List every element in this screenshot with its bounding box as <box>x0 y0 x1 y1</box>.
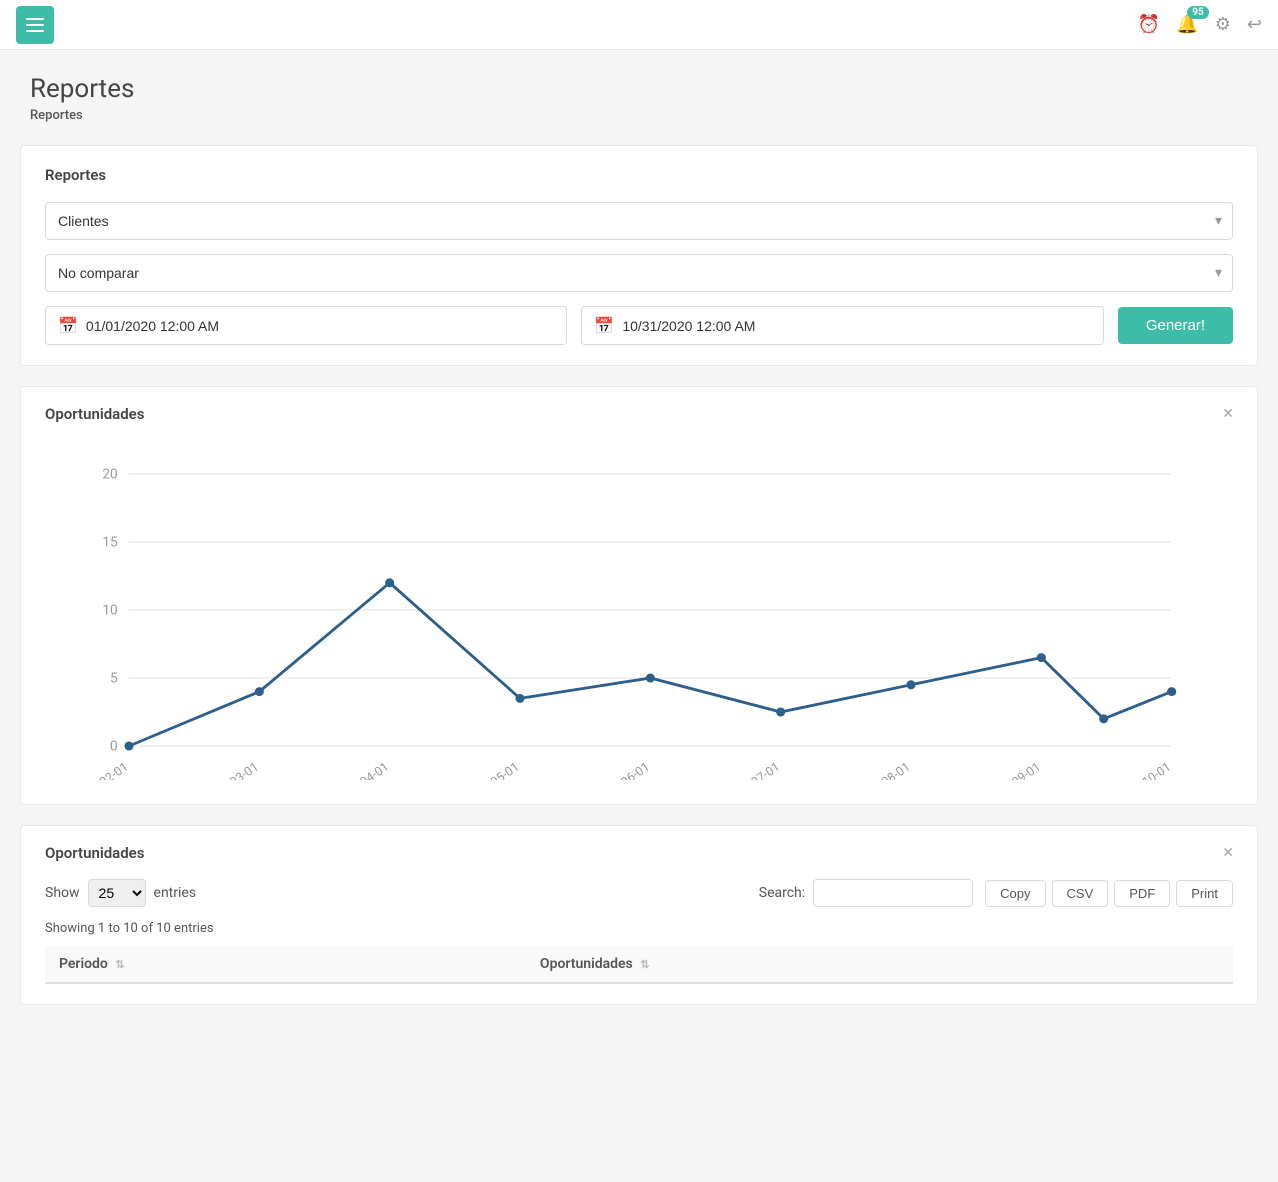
x-label-3: 2020-05-01 <box>462 760 522 780</box>
clock-icon[interactable]: ⏰ <box>1138 14 1160 35</box>
menu-icon-line3 <box>26 30 44 32</box>
x-label-8: 2020-10-01 <box>1114 760 1174 780</box>
form-card-title: Reportes <box>45 166 1233 184</box>
data-point-0 <box>124 741 133 750</box>
x-label-5: 2020-07-01 <box>723 760 783 780</box>
table-close-icon[interactable]: × <box>1223 842 1233 863</box>
data-point-8 <box>1099 714 1108 723</box>
notification-badge: 95 <box>1187 6 1208 19</box>
bell-icon[interactable]: 🔔 95 <box>1176 14 1198 35</box>
calendar-end-icon: 📅 <box>594 316 614 335</box>
show-label: Show <box>45 885 80 901</box>
y-label-0: 0 <box>110 739 118 755</box>
y-label-15: 15 <box>102 535 118 551</box>
navbar: ⏰ 🔔 95 ⚙ ↩ <box>0 0 1278 50</box>
entries-count-select[interactable]: 25 10 50 100 <box>88 879 146 907</box>
navbar-left <box>16 6 54 44</box>
sort-icon-oportunidades: ⇅ <box>640 958 649 971</box>
page-title: Reportes <box>30 74 1248 104</box>
sort-icon-periodo: ⇅ <box>115 958 124 971</box>
table-title: Oportunidades <box>45 844 144 862</box>
menu-icon-line2 <box>26 24 44 26</box>
table-controls: Show 25 10 50 100 entries Search: Copy C… <box>45 879 1233 907</box>
x-label-1: 2020-03-01 <box>202 760 262 780</box>
print-button[interactable]: Print <box>1176 880 1233 907</box>
date-start-wrapper: 📅 <box>45 306 567 345</box>
data-point-6 <box>906 680 915 689</box>
settings-icon[interactable]: ⚙ <box>1215 14 1231 35</box>
chart-header: Oportunidades × <box>45 403 1233 424</box>
csv-button[interactable]: CSV <box>1052 880 1109 907</box>
x-label-0: 2020-02-01 <box>71 760 131 780</box>
x-label-2: 2020-04-01 <box>332 760 392 780</box>
pdf-button[interactable]: PDF <box>1114 880 1170 907</box>
chart-title: Oportunidades <box>45 405 144 423</box>
y-label-10: 10 <box>102 603 117 619</box>
date-row: 📅 📅 Generar! <box>45 306 1233 345</box>
y-label-20: 20 <box>102 467 117 483</box>
calendar-start-icon: 📅 <box>58 316 78 335</box>
data-point-5 <box>776 707 785 716</box>
table-section: Oportunidades × Show 25 10 50 100 entrie… <box>20 825 1258 1005</box>
y-label-5: 5 <box>110 671 118 687</box>
data-point-9 <box>1167 687 1176 696</box>
x-label-7: 2020-09-01 <box>984 760 1044 780</box>
date-start-input[interactable] <box>86 318 554 334</box>
menu-button[interactable] <box>16 6 54 44</box>
data-point-7 <box>1037 653 1046 662</box>
search-label: Search: <box>759 885 805 901</box>
chart-section: Oportunidades × 0 5 10 15 20 <box>20 386 1258 805</box>
logout-icon[interactable]: ↩ <box>1247 14 1262 35</box>
table-header-row: Periodo ⇅ Oportunidades ⇅ <box>45 946 1233 983</box>
data-point-3 <box>515 694 524 703</box>
compare-group: No comparar ▾ <box>45 254 1233 292</box>
showing-text: Showing 1 to 10 of 10 entries <box>45 921 1233 936</box>
search-input[interactable] <box>813 879 973 907</box>
breadcrumb: Reportes <box>30 108 1248 123</box>
entries-label: entries <box>154 885 197 901</box>
export-buttons: Copy CSV PDF Print <box>985 880 1233 907</box>
x-label-6: 2020-08-01 <box>853 760 913 780</box>
data-table: Periodo ⇅ Oportunidades ⇅ <box>45 946 1233 984</box>
search-and-export: Search: Copy CSV PDF Print <box>759 879 1233 907</box>
table-header: Oportunidades × <box>45 842 1233 863</box>
chart-line <box>129 583 1172 746</box>
report-type-select[interactable]: Clientes <box>46 203 1232 239</box>
form-card: Reportes Clientes ▾ No comparar ▾ 📅 📅 Ge… <box>20 145 1258 366</box>
compare-select-wrapper: No comparar ▾ <box>45 254 1233 292</box>
col-oportunidades[interactable]: Oportunidades ⇅ <box>526 946 1233 983</box>
page-header: Reportes Reportes <box>0 50 1278 135</box>
show-entries: Show 25 10 50 100 entries <box>45 879 196 907</box>
date-end-wrapper: 📅 <box>581 306 1103 345</box>
chart-container: 0 5 10 15 20 <box>45 440 1233 784</box>
report-type-select-wrapper: Clientes ▾ <box>45 202 1233 240</box>
table-head: Periodo ⇅ Oportunidades ⇅ <box>45 946 1233 983</box>
data-point-4 <box>646 673 655 682</box>
date-end-input[interactable] <box>622 318 1090 334</box>
generate-button[interactable]: Generar! <box>1118 307 1233 344</box>
x-label-4: 2020-06-01 <box>593 760 653 780</box>
data-point-1 <box>255 687 264 696</box>
compare-select[interactable]: No comparar <box>46 255 1232 291</box>
chart-close-icon[interactable]: × <box>1223 403 1233 424</box>
search-area: Search: <box>759 879 973 907</box>
data-point-2 <box>385 578 394 587</box>
line-chart-svg: 0 5 10 15 20 <box>45 440 1233 780</box>
report-type-group: Clientes ▾ <box>45 202 1233 240</box>
menu-icon-line1 <box>26 18 44 20</box>
navbar-right: ⏰ 🔔 95 ⚙ ↩ <box>1138 14 1262 35</box>
col-periodo[interactable]: Periodo ⇅ <box>45 946 526 983</box>
copy-button[interactable]: Copy <box>985 880 1045 907</box>
